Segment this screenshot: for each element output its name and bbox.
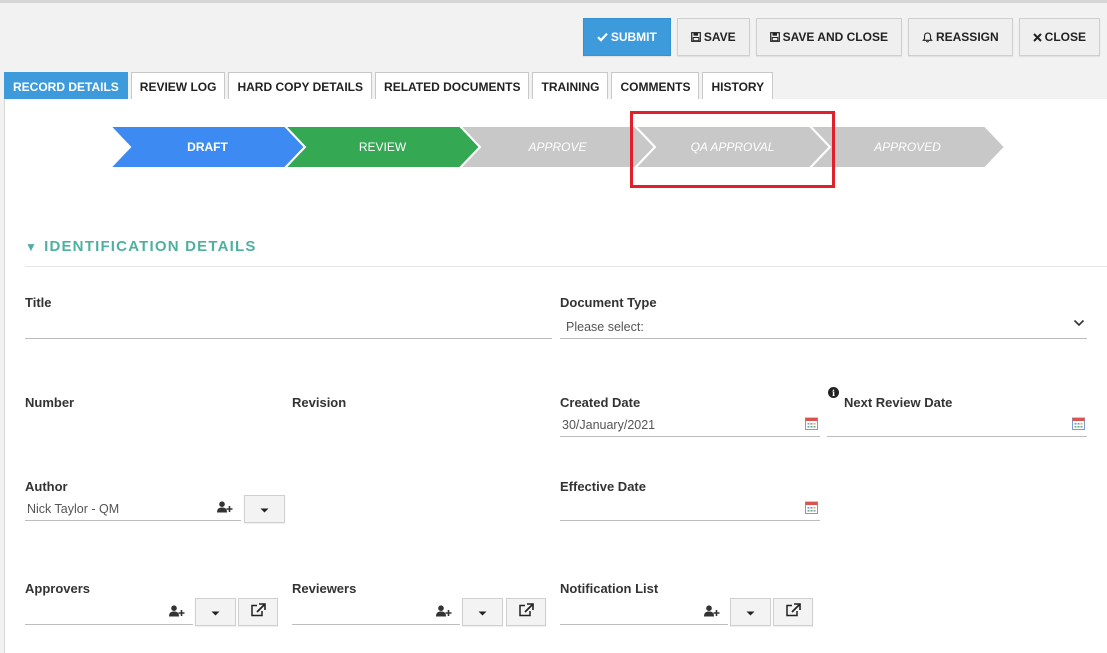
tab-history[interactable]: HISTORY — [702, 72, 774, 100]
external-link-icon — [518, 602, 534, 622]
caret-down-icon — [478, 603, 487, 621]
created-date-input[interactable]: 30/January/2021 — [560, 413, 820, 437]
floppy-disk-icon — [769, 32, 780, 42]
created-date-value: 30/January/2021 — [562, 417, 656, 432]
document-type-label: Document Type — [560, 295, 657, 310]
close-button[interactable]: CLOSE — [1018, 18, 1100, 56]
revision-label: Revision — [292, 395, 347, 410]
author-input[interactable]: Nick Taylor - QM — [25, 497, 241, 521]
effective-date-label: Effective Date — [560, 479, 646, 494]
notification-list-dropdown-button[interactable] — [730, 598, 771, 626]
reviewers-open-button[interactable] — [506, 598, 546, 626]
tab-review-log[interactable]: REVIEW LOG — [130, 72, 226, 100]
calendar-icon[interactable] — [1072, 417, 1085, 430]
tab-related-documents[interactable]: RELATED DOCUMENTS — [375, 72, 530, 100]
caret-down-icon — [211, 603, 220, 621]
reviewers-label: Reviewers — [292, 581, 357, 596]
record-details-panel: DRAFT REVIEW APPROVE QA APPROVAL APPROVED ▼ … — [4, 99, 1107, 653]
workflow-step-review: REVIEW — [283, 126, 482, 168]
save-button[interactable]: SAVE — [676, 18, 750, 56]
workflow-step-label: APPROVED — [873, 140, 941, 154]
workflow-step-label: REVIEW — [359, 140, 407, 154]
reviewers-input[interactable] — [292, 601, 460, 625]
record-tabs: RECORD DETAILS REVIEW LOG HARD COPY DETA… — [4, 72, 774, 100]
workflow-progress: DRAFT REVIEW APPROVE QA APPROVAL APPROVED — [110, 126, 1005, 168]
add-user-icon[interactable] — [217, 501, 233, 513]
calendar-icon[interactable] — [805, 501, 818, 514]
reviewers-dropdown-button[interactable] — [462, 598, 503, 626]
floppy-disk-icon — [690, 32, 701, 42]
chevron-down-icon — [1073, 319, 1085, 327]
notification-list-input[interactable] — [560, 601, 728, 625]
title-label: Title — [25, 295, 52, 310]
next-review-date-label: Next Review Date — [844, 395, 953, 410]
reassign-button[interactable]: REASSIGN — [907, 18, 1013, 56]
workflow-step-approved: APPROVED — [808, 126, 1005, 168]
next-review-date-input[interactable] — [827, 413, 1087, 437]
approvers-open-button[interactable] — [238, 598, 278, 626]
number-label: Number — [25, 395, 75, 410]
top-divider — [0, 0, 1107, 3]
save-and-close-button[interactable]: SAVE AND CLOSE — [755, 18, 902, 56]
tab-record-details[interactable]: RECORD DETAILS — [4, 72, 128, 100]
caret-down-icon — [260, 500, 269, 518]
triangle-down-icon: ▼ — [25, 239, 39, 254]
highlight-box — [630, 111, 835, 188]
author-label: Author — [25, 479, 68, 494]
approvers-label: Approvers — [25, 581, 91, 596]
notification-list-label: Notification List — [560, 581, 659, 596]
add-user-icon[interactable] — [169, 605, 185, 617]
add-user-icon[interactable] — [436, 605, 452, 617]
approvers-input[interactable] — [25, 601, 193, 625]
external-link-icon — [785, 602, 801, 622]
author-dropdown-button[interactable] — [244, 495, 285, 523]
notification-list-open-button[interactable] — [773, 598, 813, 626]
section-header-identification[interactable]: ▼ IDENTIFICATION DETAILS — [25, 238, 257, 255]
caret-down-icon — [746, 603, 755, 621]
bell-icon — [922, 31, 933, 43]
info-icon[interactable]: i — [828, 387, 839, 398]
document-type-select[interactable]: Please select: — [560, 315, 1087, 339]
workflow-step-approve: APPROVE — [458, 126, 657, 168]
check-icon — [597, 32, 608, 42]
external-link-icon — [250, 602, 266, 622]
calendar-icon[interactable] — [805, 417, 818, 430]
section-divider — [25, 266, 1107, 267]
tab-hard-copy-details[interactable]: HARD COPY DETAILS — [228, 72, 373, 100]
approvers-dropdown-button[interactable] — [195, 598, 236, 626]
workflow-step-draft: DRAFT — [110, 126, 307, 168]
workflow-step-label: DRAFT — [187, 140, 228, 154]
tab-training[interactable]: TRAINING — [532, 72, 609, 100]
effective-date-input[interactable] — [560, 497, 820, 521]
author-value: Nick Taylor - QM — [27, 501, 120, 516]
tab-comments[interactable]: COMMENTS — [611, 72, 700, 100]
add-user-icon[interactable] — [704, 605, 720, 617]
submit-button[interactable]: SUBMIT — [582, 18, 671, 56]
created-date-label: Created Date — [560, 395, 641, 410]
action-toolbar: SUBMIT SAVE SAVE AND CLOSE REASSIGN CLOS… — [582, 18, 1100, 56]
title-input[interactable] — [25, 315, 552, 339]
close-icon — [1032, 32, 1042, 42]
workflow-step-label: APPROVE — [527, 140, 587, 154]
document-type-value: Please select: — [566, 319, 644, 334]
